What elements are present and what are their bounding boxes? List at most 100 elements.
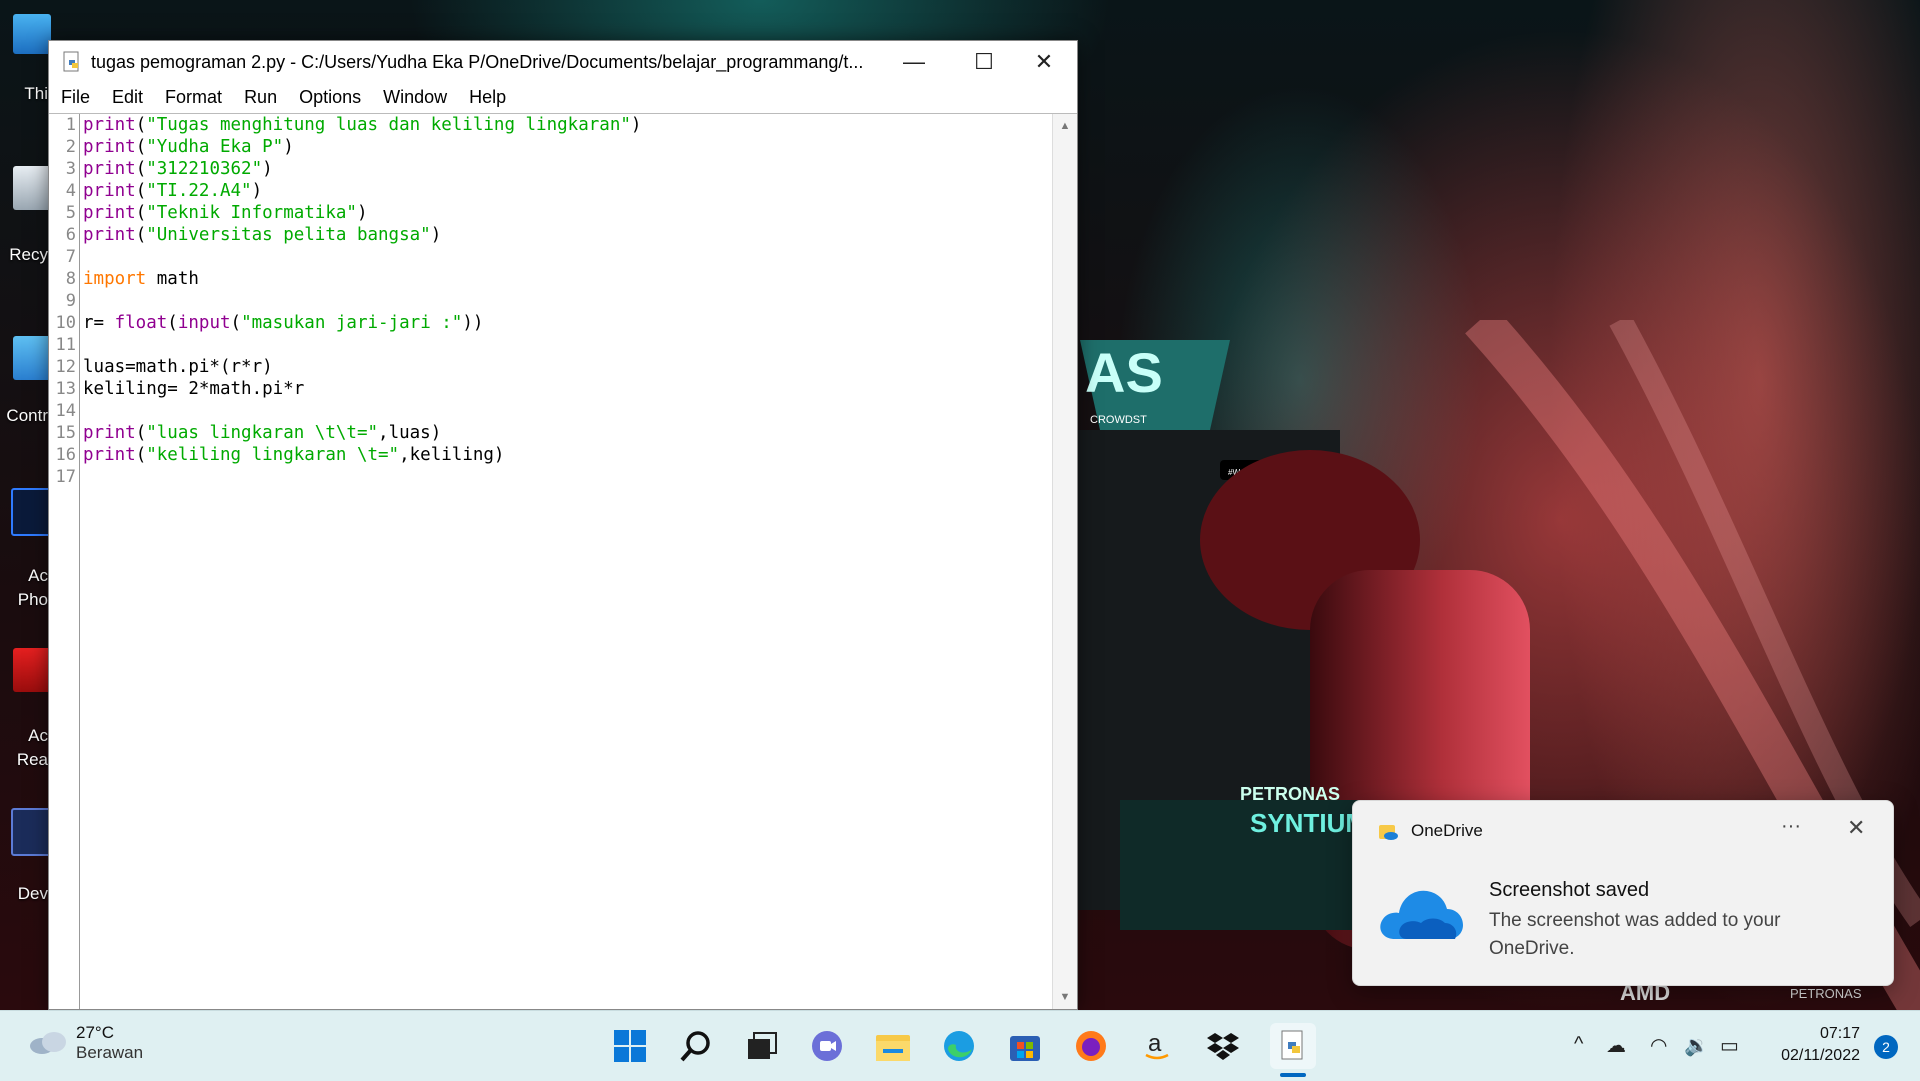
desktop-label-photoshop: Ac Pho xyxy=(17,566,48,609)
python-idle-icon[interactable] xyxy=(1270,1023,1316,1069)
code-line[interactable]: print("keliling lingkaran \t=",keliling) xyxy=(83,444,1051,466)
code-token: print xyxy=(83,159,136,179)
menu-edit[interactable]: Edit xyxy=(112,87,143,108)
system-clock[interactable]: 07:17 02/11/2022 xyxy=(1781,1023,1860,1067)
code-token: ( xyxy=(135,225,147,245)
dropbox-icon[interactable] xyxy=(1204,1027,1242,1065)
menu-window[interactable]: Window xyxy=(383,87,447,108)
code-token: print xyxy=(83,137,136,157)
code-token: "312210362" xyxy=(146,159,263,179)
onedrive-notification[interactable]: OneDrive ··· ✕ Screenshot saved The scre… xyxy=(1352,800,1894,986)
start-icon[interactable] xyxy=(611,1027,649,1065)
line-number: 10 xyxy=(55,313,76,333)
desktop-label-control-panel: Contr xyxy=(6,406,48,425)
code-token: ( xyxy=(167,313,178,333)
code-line[interactable]: print("Tugas menghitung luas dan kelilin… xyxy=(83,114,1051,136)
line-number: 17 xyxy=(55,467,76,487)
store-icon[interactable] xyxy=(1006,1027,1044,1065)
menu-file[interactable]: File xyxy=(61,87,90,108)
code-line[interactable] xyxy=(83,246,1051,268)
wifi-icon[interactable]: ◠ xyxy=(1650,1033,1667,1058)
code-line[interactable] xyxy=(83,290,1051,312)
menu-help[interactable]: Help xyxy=(469,87,506,108)
notification-badge[interactable]: 2 xyxy=(1874,1035,1898,1059)
code-token: ) xyxy=(251,181,263,201)
line-number: 13 xyxy=(55,379,76,399)
code-token: print xyxy=(83,225,136,245)
line-number: 16 xyxy=(55,445,76,465)
code-token: "Yudha Eka P" xyxy=(146,137,284,157)
toast-close-button[interactable]: ✕ xyxy=(1847,815,1865,841)
weather-temperature: 27°C xyxy=(76,1023,114,1042)
line-number: 9 xyxy=(65,291,76,311)
code-token: ( xyxy=(230,313,242,333)
code-token: print xyxy=(83,203,136,223)
editor-area[interactable]: 1 2 3 4 5 6 7 8 9 10 11 12 13 14 15 16 17 print("Tugas m… xyxy=(49,113,1077,1009)
idle-editor-window[interactable]: tugas pemograman 2.py - C:/Users/Yudha E… xyxy=(48,40,1078,1010)
code-token: ) xyxy=(283,137,294,157)
code-token: print xyxy=(83,423,136,443)
code-token: ) xyxy=(430,225,442,245)
chat-icon[interactable] xyxy=(808,1027,846,1065)
task-view-icon[interactable] xyxy=(742,1027,780,1065)
code-token: "luas lingkaran \t\t=" xyxy=(146,423,379,443)
menu-bar: File Edit Format Run Options Window Help xyxy=(49,83,1077,111)
toast-body: The screenshot was added to your OneDriv… xyxy=(1489,910,1781,959)
scroll-up-icon[interactable]: ▲ xyxy=(1053,120,1077,132)
code-token: "Universitas pelita bangsa" xyxy=(146,225,431,245)
wallpaper-team-text: AS xyxy=(1085,341,1163,404)
code-token: ( xyxy=(135,159,147,179)
code-line[interactable]: luas=math.pi*(r*r) xyxy=(83,356,1051,378)
code-line[interactable]: print("luas lingkaran \t\t=",luas) xyxy=(83,422,1051,444)
weather-description: Berawan xyxy=(76,1043,144,1062)
line-number: 2 xyxy=(65,137,76,157)
battery-icon[interactable]: ▭ xyxy=(1720,1033,1739,1058)
line-number: 12 xyxy=(55,357,76,377)
code-line[interactable]: print("Universitas pelita bangsa") xyxy=(83,224,1051,246)
code-token: r= xyxy=(83,313,115,333)
code-line[interactable]: r= float(input("masukan jari-jari :")) xyxy=(83,312,1051,334)
code-token: )) xyxy=(462,313,484,333)
onedrive-cloud-icon xyxy=(1380,890,1463,939)
code-token: ( xyxy=(135,115,147,135)
line-number: 15 xyxy=(55,423,76,443)
code-token: ( xyxy=(135,137,147,157)
code-line[interactable] xyxy=(83,466,1051,488)
code-token: "masukan jari-jari :" xyxy=(241,313,463,333)
weather-widget[interactable]: 27°C Berawan xyxy=(28,1023,143,1063)
minimize-button[interactable]: — xyxy=(879,41,949,83)
code-line[interactable]: print("312210362") xyxy=(83,158,1051,180)
code-line[interactable]: print("Yudha Eka P") xyxy=(83,136,1051,158)
wallpaper-sponsor-4: PETRONAS xyxy=(1790,986,1862,1001)
code-line[interactable]: print("Teknik Informatika") xyxy=(83,202,1051,224)
cloudy-weather-icon xyxy=(30,1032,66,1054)
close-button[interactable]: ✕ xyxy=(1009,41,1079,83)
code-line[interactable]: import math xyxy=(83,268,1051,290)
code-token: keliling= 2*math.pi*r xyxy=(83,379,305,399)
volume-icon[interactable]: 🔉 xyxy=(1684,1033,1709,1058)
code-text-area[interactable]: print("Tugas menghitung luas dan kelilin… xyxy=(83,114,1051,1009)
toast-more-button[interactable]: ··· xyxy=(1781,815,1801,838)
python-file-icon xyxy=(63,51,79,72)
onedrive-tray-icon[interactable]: ☁ xyxy=(1606,1033,1626,1058)
code-line[interactable] xyxy=(83,334,1051,356)
code-line[interactable] xyxy=(83,400,1051,422)
search-icon[interactable] xyxy=(677,1027,715,1065)
menu-run[interactable]: Run xyxy=(244,87,277,108)
scroll-down-icon[interactable]: ▼ xyxy=(1053,991,1077,1003)
code-line[interactable]: print("TI.22.A4") xyxy=(83,180,1051,202)
code-line[interactable]: keliling= 2*math.pi*r xyxy=(83,378,1051,400)
line-number-gutter: 1 2 3 4 5 6 7 8 9 10 11 12 13 14 15 16 17 xyxy=(49,114,80,1009)
file-explorer-icon[interactable] xyxy=(874,1027,912,1065)
amazon-icon[interactable]: a xyxy=(1138,1027,1176,1065)
menu-options[interactable]: Options xyxy=(299,87,361,108)
code-token: ) xyxy=(630,115,642,135)
edge-icon[interactable] xyxy=(940,1027,978,1065)
window-titlebar[interactable]: tugas pemograman 2.py - C:/Users/Yudha E… xyxy=(49,41,1077,83)
firefox-icon[interactable] xyxy=(1072,1027,1110,1065)
code-token: print xyxy=(83,181,136,201)
code-token: "TI.22.A4" xyxy=(146,181,252,201)
show-hidden-icons-chevron-up-icon[interactable]: ^ xyxy=(1574,1033,1583,1056)
vertical-scrollbar[interactable]: ▲ ▼ xyxy=(1052,114,1077,1009)
menu-format[interactable]: Format xyxy=(165,87,222,108)
